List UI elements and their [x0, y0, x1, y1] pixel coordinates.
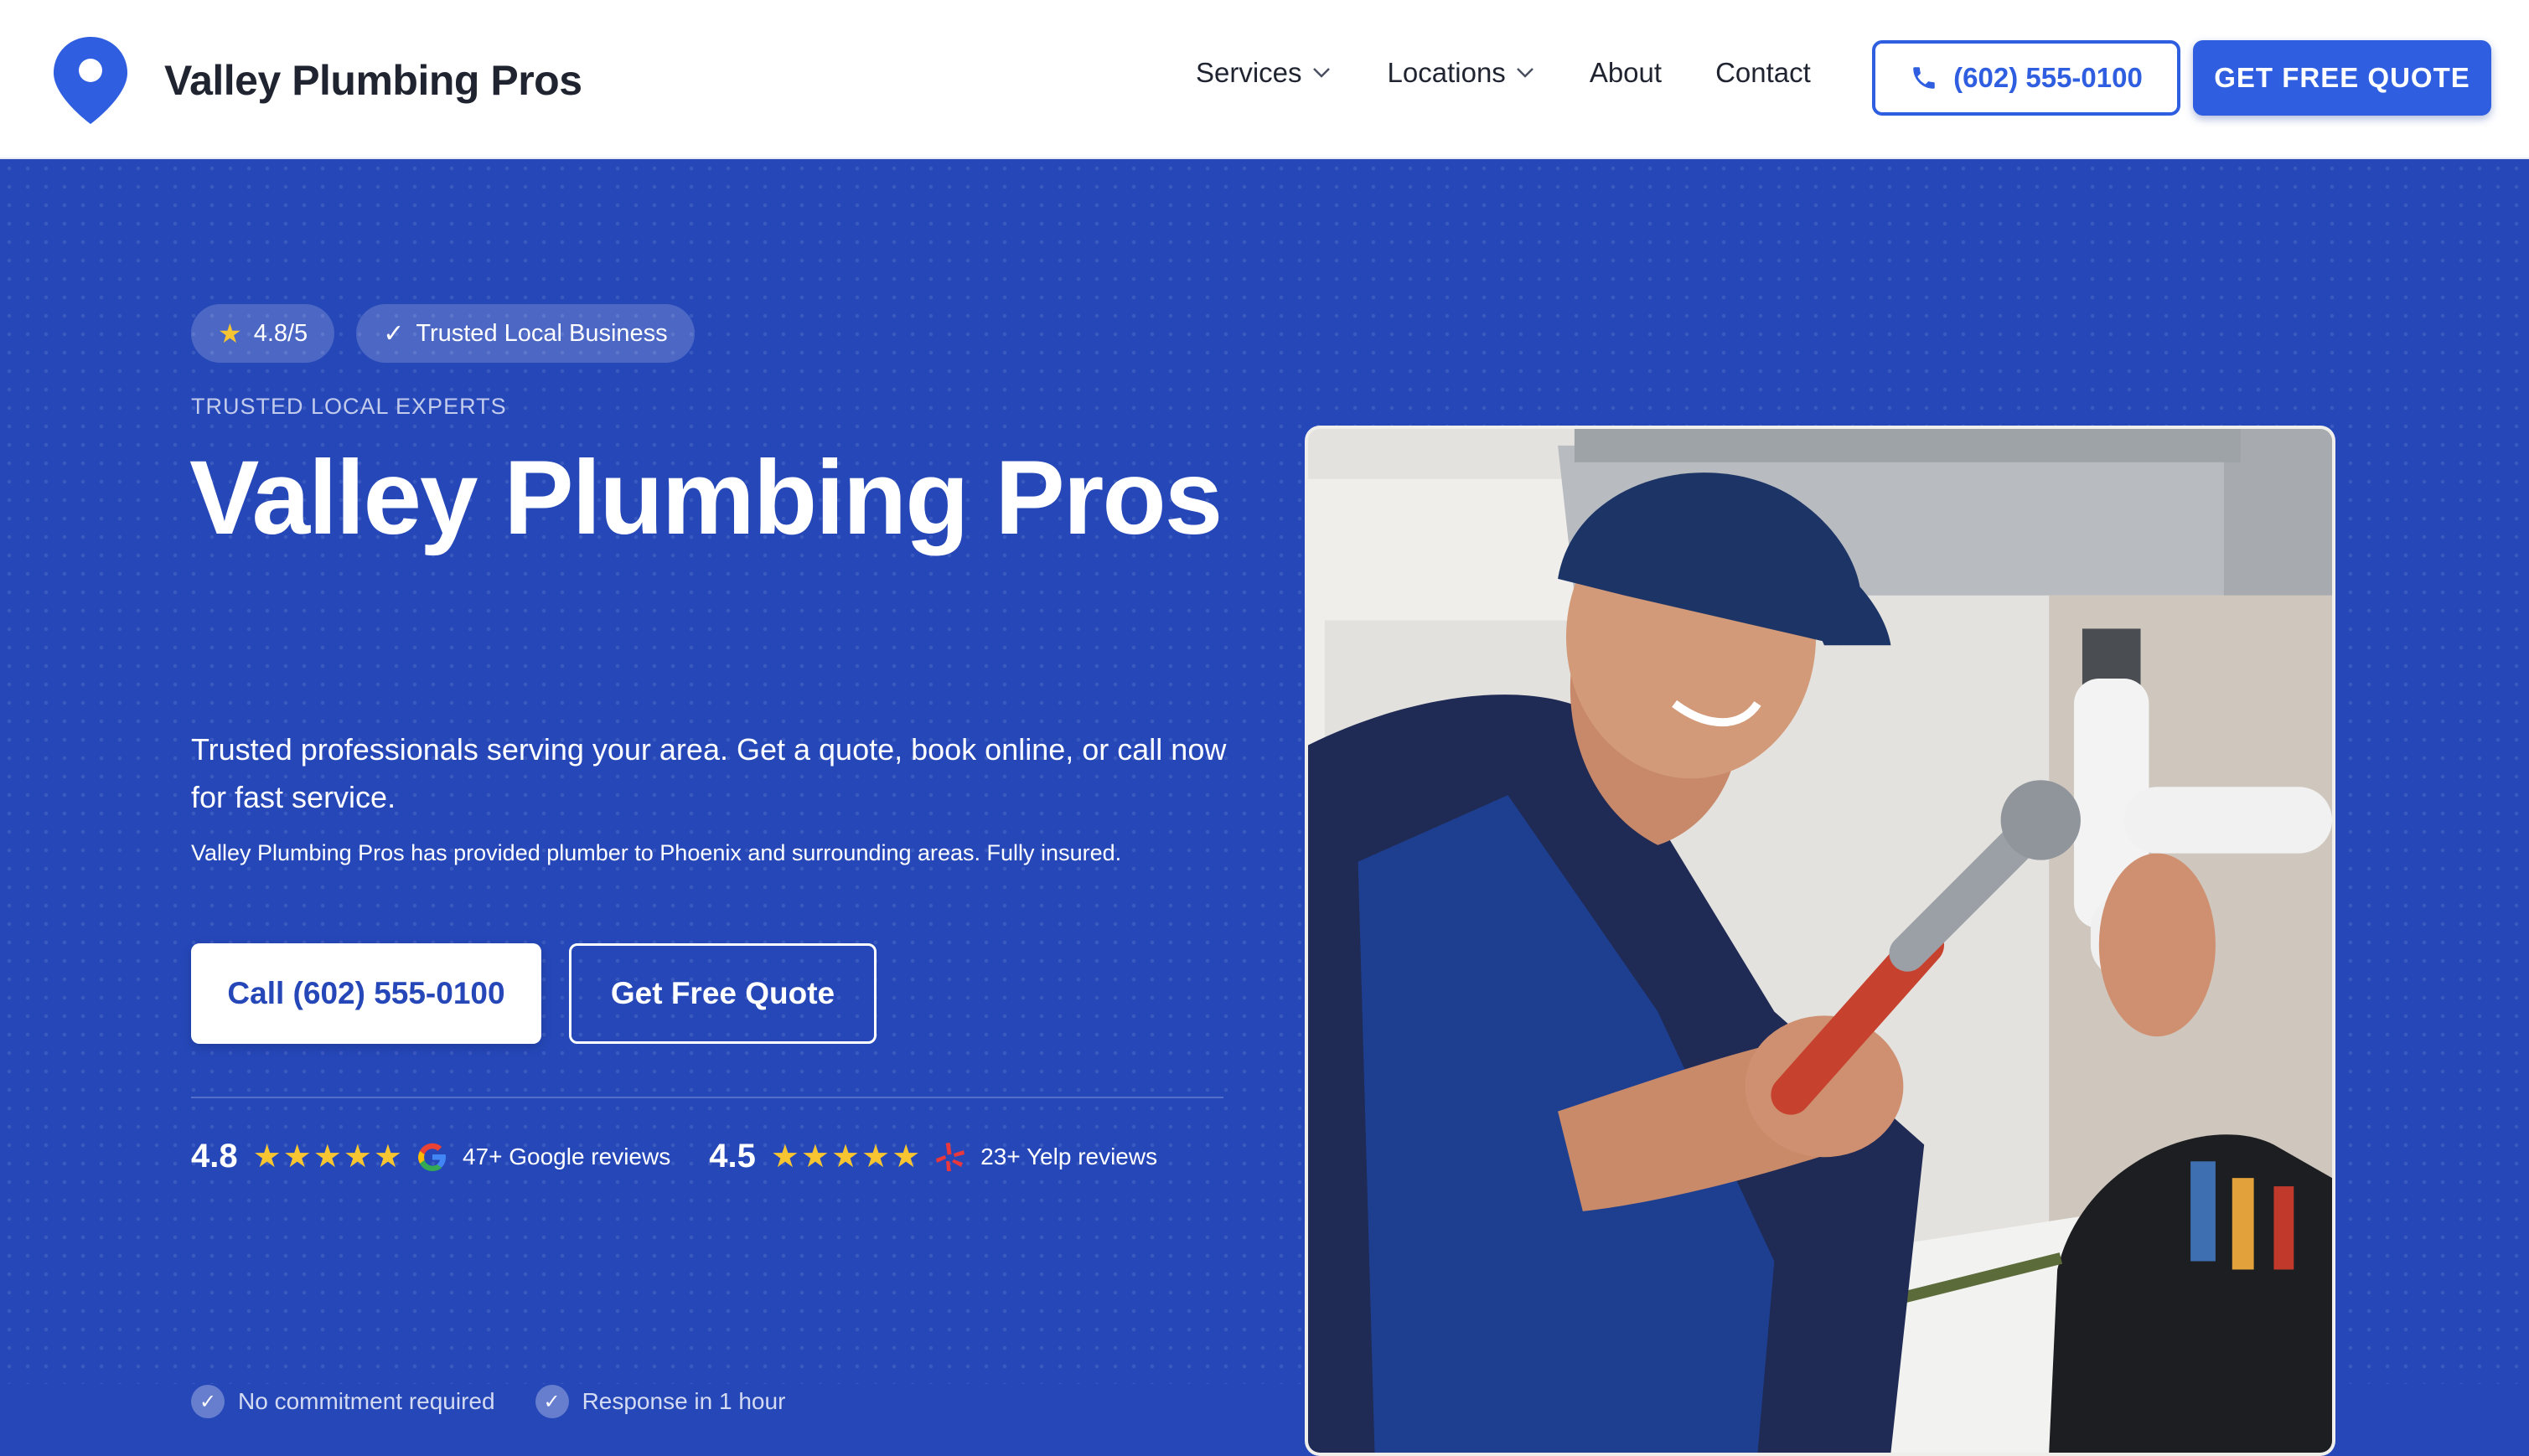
google-stars: ★★★★★	[252, 1139, 404, 1175]
nav-services-label: Services	[1196, 57, 1302, 88]
perk-no-commitment-label: No commitment required	[238, 1388, 495, 1414]
nav-about[interactable]: About	[1590, 57, 1662, 89]
plumber-illustration	[1308, 429, 2332, 1453]
main-nav: Services Locations About Contact	[1196, 57, 1811, 89]
hero-title: Valley Plumbing Pros	[189, 440, 1223, 556]
plumber-photo	[1305, 426, 2335, 1456]
yelp-stars: ★★★★★	[770, 1139, 923, 1175]
nav-contact[interactable]: Contact	[1715, 57, 1811, 89]
call-button[interactable]: Call (602) 555-0100	[191, 943, 541, 1044]
google-icon	[417, 1143, 446, 1171]
yelp-reviews-count[interactable]: 23+ Yelp reviews	[980, 1144, 1157, 1170]
hero-badges: ★ 4.8/5 ✓ Trusted Local Business	[191, 304, 716, 363]
phone-icon	[1913, 67, 1935, 89]
nav-locations[interactable]: Locations	[1388, 57, 1534, 89]
header-phone-label: (602) 555-0100	[1953, 62, 2143, 93]
header-quote-button[interactable]: GET FREE QUOTE	[2193, 40, 2491, 116]
rating-badge: ★ 4.8/5	[191, 304, 335, 363]
yelp-icon	[936, 1142, 965, 1171]
hero-section: ★ 4.8/5 ✓ Trusted Local Business TRUSTED…	[0, 159, 2529, 1456]
nav-contact-label: Contact	[1715, 57, 1811, 88]
nav-services[interactable]: Services	[1196, 57, 1331, 89]
hero-description: Valley Plumbing Pros has provided plumbe…	[191, 840, 1122, 865]
divider	[191, 1097, 1223, 1098]
brand-name: Valley Plumbing Pros	[164, 57, 582, 104]
brand[interactable]: Valley Plumbing Pros	[50, 34, 582, 127]
perk-no-commitment: ✓ No commitment required	[191, 1385, 495, 1418]
trusted-badge: ✓ Trusted Local Business	[356, 304, 695, 363]
perks-row: ✓ No commitment required ✓ Response in 1…	[191, 1385, 825, 1418]
reviews-row: 4.8 ★★★★★ 47+ Google reviews 4.5 ★★★★★ 2…	[191, 1138, 1196, 1175]
hero-subtitle: Trusted professionals serving your area.…	[191, 732, 1227, 814]
nav-locations-label: Locations	[1387, 57, 1506, 88]
check-icon: ✓	[535, 1385, 569, 1418]
nav-about-label: About	[1589, 57, 1663, 88]
check-icon: ✓	[191, 1385, 225, 1418]
hero-eyebrow: TRUSTED LOCAL EXPERTS	[191, 394, 507, 419]
check-icon: ✓	[383, 319, 405, 348]
site-header: Valley Plumbing Pros Services Locations …	[0, 0, 2529, 159]
rating-badge-label: 4.8/5	[253, 319, 308, 347]
star-icon: ★	[218, 318, 242, 349]
google-reviews-count[interactable]: 47+ Google reviews	[463, 1144, 670, 1170]
yelp-score: 4.5	[709, 1138, 756, 1175]
get-quote-button[interactable]: Get Free Quote	[569, 943, 877, 1044]
google-score: 4.8	[191, 1138, 238, 1175]
location-pin-icon	[54, 37, 127, 124]
header-phone-button[interactable]: (602) 555-0100	[1872, 40, 2180, 116]
perk-response: ✓ Response in 1 hour	[535, 1385, 786, 1418]
trusted-badge-label: Trusted Local Business	[416, 319, 668, 347]
chevron-down-icon	[1516, 68, 1533, 78]
chevron-down-icon	[1312, 68, 1330, 78]
perk-response-label: Response in 1 hour	[582, 1388, 786, 1414]
